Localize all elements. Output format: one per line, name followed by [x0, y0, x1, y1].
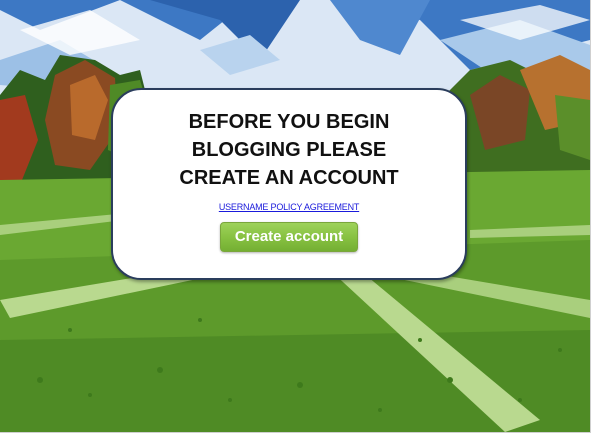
headline-line-3: CREATE AN ACCOUNT: [179, 167, 399, 189]
create-account-dialog: BEFORE YOU BEGIN BLOGGING PLEASE CREATE …: [111, 88, 467, 280]
dialog-headline: BEFORE YOU BEGIN BLOGGING PLEASE CREATE …: [113, 108, 465, 192]
screen: BEFORE YOU BEGIN BLOGGING PLEASE CREATE …: [0, 0, 591, 433]
headline-line-2: BLOGGING PLEASE: [191, 139, 387, 161]
username-policy-link[interactable]: USERNAME POLICY AGREEMENT: [113, 202, 465, 212]
headline-line-1: BEFORE YOU BEGIN: [188, 111, 390, 133]
create-account-button[interactable]: Create account: [220, 222, 358, 252]
